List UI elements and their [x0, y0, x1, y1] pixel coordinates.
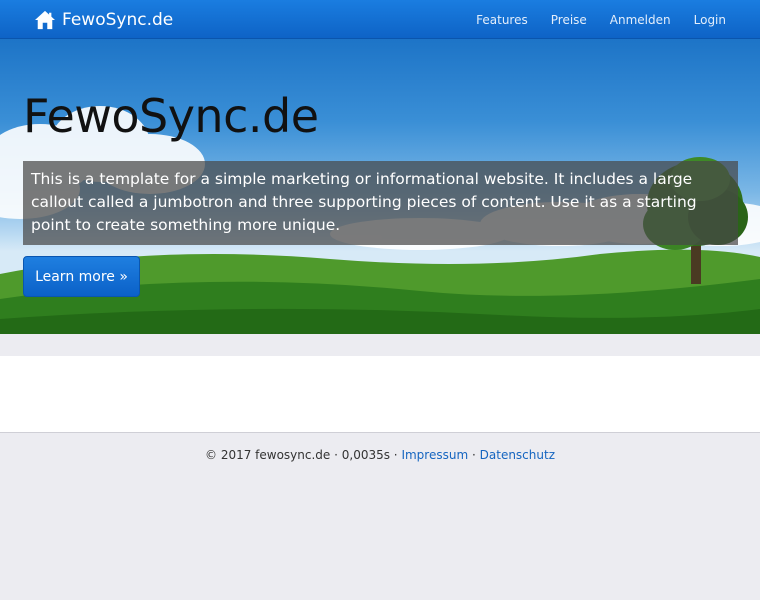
footer: © 2017 fewosync.de · 0,0035s · Impressum…	[0, 448, 760, 462]
learn-more-button[interactable]: Learn more »	[23, 256, 140, 297]
nav-link-anmelden[interactable]: Anmelden	[610, 13, 671, 27]
hero-title: FewoSync.de	[23, 89, 319, 143]
section-divider	[0, 334, 760, 356]
top-navbar: FewoSync.de Features Preise Anmelden Log…	[0, 0, 760, 39]
footer-copyright: © 2017 fewosync.de · 0,0035s ·	[205, 448, 398, 462]
brand-name: FewoSync.de	[62, 10, 174, 30]
footer-separator: ·	[471, 448, 476, 462]
brand-link[interactable]: FewoSync.de	[34, 8, 173, 32]
nav-link-preise[interactable]: Preise	[551, 13, 587, 27]
hero-description: This is a template for a simple marketin…	[23, 161, 738, 245]
home-icon	[35, 10, 55, 30]
datenschutz-link[interactable]: Datenschutz	[480, 448, 555, 462]
nav-link-features[interactable]: Features	[476, 13, 528, 27]
nav-link-login[interactable]: Login	[694, 13, 726, 27]
jumbotron: FewoSync.de This is a template for a sim…	[0, 39, 760, 334]
content-area	[0, 356, 760, 433]
nav-menu: Features Preise Anmelden Login	[453, 0, 726, 39]
impressum-link[interactable]: Impressum	[401, 448, 468, 462]
